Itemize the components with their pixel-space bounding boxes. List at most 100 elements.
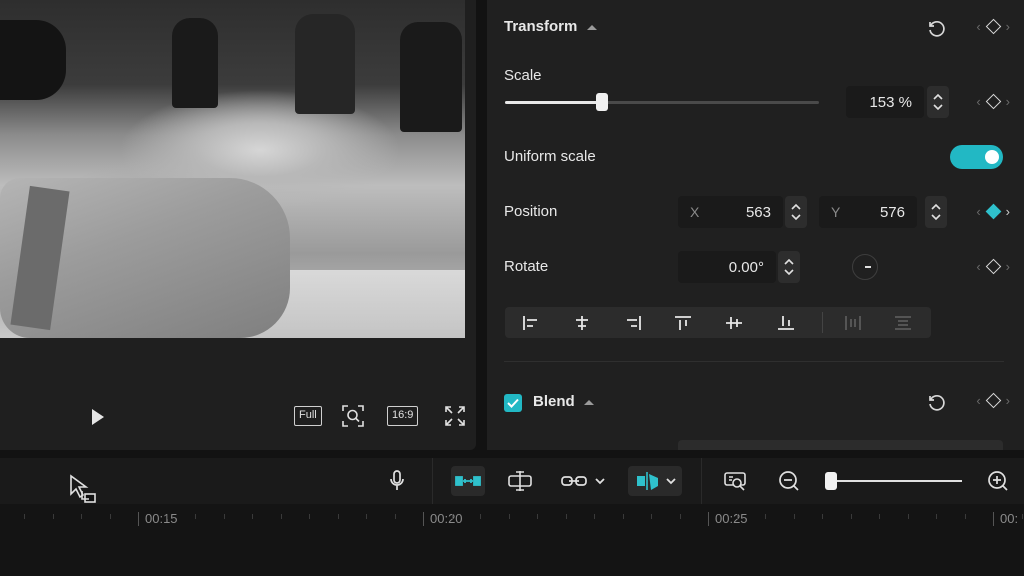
keyframe-diamond-active-icon[interactable] bbox=[985, 203, 1001, 220]
scale-keyframe-nav: ‹ › bbox=[976, 93, 1010, 110]
ruler-tick bbox=[109, 514, 111, 519]
align-right-icon[interactable] bbox=[620, 310, 646, 335]
ruler-tick bbox=[708, 512, 709, 526]
position-y-value: 576 bbox=[879, 203, 905, 221]
ruler-tick bbox=[679, 514, 681, 519]
position-x-stepper[interactable] bbox=[785, 196, 807, 228]
background-figure bbox=[400, 22, 462, 132]
stepper-arrows-icon bbox=[931, 203, 941, 221]
fullscreen-icon[interactable] bbox=[443, 404, 467, 428]
ruler-tick bbox=[138, 512, 139, 526]
keyframe-diamond-icon[interactable] bbox=[985, 258, 1001, 275]
position-x-input[interactable]: X 563 bbox=[678, 196, 783, 228]
zoom-fit-icon[interactable] bbox=[341, 404, 365, 428]
rotate-input[interactable]: 0.00° bbox=[678, 251, 776, 283]
position-y-stepper[interactable] bbox=[925, 196, 947, 228]
ruler-tick bbox=[366, 514, 367, 519]
full-quality-button[interactable]: Full bbox=[294, 406, 322, 426]
timeline-ruler[interactable]: 00:15 00:20 00:25 00: bbox=[0, 504, 1024, 576]
play-icon bbox=[92, 409, 104, 425]
mirror-icon bbox=[637, 472, 658, 490]
link-dropdown[interactable] bbox=[557, 466, 609, 496]
align-center-vertical-icon[interactable] bbox=[721, 310, 747, 335]
select-cursor-icon[interactable] bbox=[62, 474, 102, 504]
scale-slider[interactable] bbox=[505, 93, 819, 111]
next-keyframe-icon[interactable]: › bbox=[1006, 19, 1010, 34]
ruler-tick bbox=[1021, 514, 1023, 519]
sack-object bbox=[0, 178, 290, 338]
position-x-value: 563 bbox=[745, 203, 771, 221]
blend-mode-dropdown[interactable] bbox=[678, 440, 1003, 450]
transform-section-title[interactable]: Transform bbox=[504, 18, 597, 35]
ruler-tick bbox=[936, 514, 937, 519]
blend-keyframe-nav: ‹ › bbox=[976, 392, 1010, 409]
ruler-tick bbox=[81, 514, 82, 519]
ruler-tick bbox=[907, 514, 909, 519]
next-keyframe-icon[interactable]: › bbox=[1006, 259, 1010, 274]
play-button[interactable] bbox=[88, 406, 108, 428]
ruler-tick bbox=[24, 514, 25, 519]
blend-checkbox[interactable] bbox=[504, 394, 522, 412]
properties-panel: Transform ‹ › Scale 153 % ‹ › Uniform sc… bbox=[487, 0, 1024, 450]
prev-keyframe-icon[interactable]: ‹ bbox=[976, 393, 980, 408]
zoom-slider-handle[interactable] bbox=[825, 472, 837, 490]
rotate-keyframe-nav: ‹ › bbox=[976, 258, 1010, 275]
prev-keyframe-icon[interactable]: ‹ bbox=[976, 259, 980, 274]
sack-stripe bbox=[10, 185, 70, 331]
uniform-scale-toggle[interactable] bbox=[950, 145, 1003, 169]
foreground-hand bbox=[0, 20, 66, 100]
align-center-horizontal-icon[interactable] bbox=[569, 310, 595, 335]
aspect-ratio-button[interactable]: 16:9 bbox=[387, 406, 419, 426]
scale-input[interactable]: 153 % bbox=[846, 86, 924, 118]
next-keyframe-icon[interactable]: › bbox=[1006, 94, 1010, 109]
rotate-value: 0.00° bbox=[728, 258, 764, 276]
ruler-tick bbox=[993, 512, 994, 526]
prev-keyframe-icon[interactable]: ‹ bbox=[976, 204, 980, 219]
keyframe-diamond-icon[interactable] bbox=[985, 93, 1001, 110]
position-label: Position bbox=[504, 203, 558, 220]
scale-stepper[interactable] bbox=[927, 86, 949, 118]
ruler-label: 00: bbox=[1000, 511, 1019, 526]
ruler-tick bbox=[879, 514, 880, 519]
zoom-in-icon[interactable] bbox=[985, 466, 1011, 496]
rotate-label: Rotate bbox=[504, 258, 549, 275]
preview-zoom-icon[interactable] bbox=[721, 466, 751, 496]
next-keyframe-icon[interactable]: › bbox=[1006, 204, 1010, 219]
blend-title: Blend bbox=[533, 393, 575, 410]
split-icon[interactable] bbox=[505, 466, 535, 496]
transform-title: Transform bbox=[504, 18, 578, 35]
rotate-dial[interactable] bbox=[852, 254, 878, 280]
blend-section-title[interactable]: Blend bbox=[533, 393, 594, 410]
prev-keyframe-icon[interactable]: ‹ bbox=[976, 94, 980, 109]
next-keyframe-icon[interactable]: › bbox=[1006, 393, 1010, 408]
stepper-arrows-icon bbox=[784, 258, 794, 276]
rotate-stepper[interactable] bbox=[778, 251, 800, 283]
auto-snap-icon[interactable] bbox=[451, 466, 485, 496]
align-left-icon[interactable] bbox=[518, 310, 544, 335]
ruler-tick bbox=[594, 514, 595, 519]
scale-slider-handle[interactable] bbox=[596, 93, 609, 111]
keyframe-diamond-icon[interactable] bbox=[985, 392, 1001, 409]
position-y-input[interactable]: Y 576 bbox=[819, 196, 917, 228]
ruler-tick bbox=[252, 514, 253, 519]
stepper-arrows-icon bbox=[791, 203, 801, 221]
prev-keyframe-icon[interactable]: ‹ bbox=[976, 19, 980, 34]
reset-transform-icon[interactable] bbox=[926, 18, 946, 38]
ruler-tick bbox=[223, 514, 225, 519]
transform-keyframe-nav: ‹ › bbox=[976, 18, 1010, 35]
microphone-icon[interactable] bbox=[386, 466, 408, 496]
align-top-icon[interactable] bbox=[670, 310, 696, 335]
ruler-tick bbox=[309, 514, 310, 519]
ruler-tick bbox=[451, 514, 453, 519]
zoom-out-icon[interactable] bbox=[776, 466, 802, 496]
checkmark-icon bbox=[507, 398, 519, 408]
chevron-down-icon bbox=[595, 478, 605, 485]
keyframe-diamond-icon[interactable] bbox=[985, 18, 1001, 35]
align-bottom-icon[interactable] bbox=[773, 310, 799, 335]
reset-blend-icon[interactable] bbox=[926, 392, 946, 412]
ruler-label: 00:15 bbox=[145, 511, 178, 526]
ruler-tick bbox=[622, 514, 624, 519]
zoom-slider[interactable] bbox=[832, 480, 962, 482]
preview-axis-dropdown[interactable] bbox=[628, 466, 682, 496]
video-preview[interactable] bbox=[0, 0, 465, 338]
